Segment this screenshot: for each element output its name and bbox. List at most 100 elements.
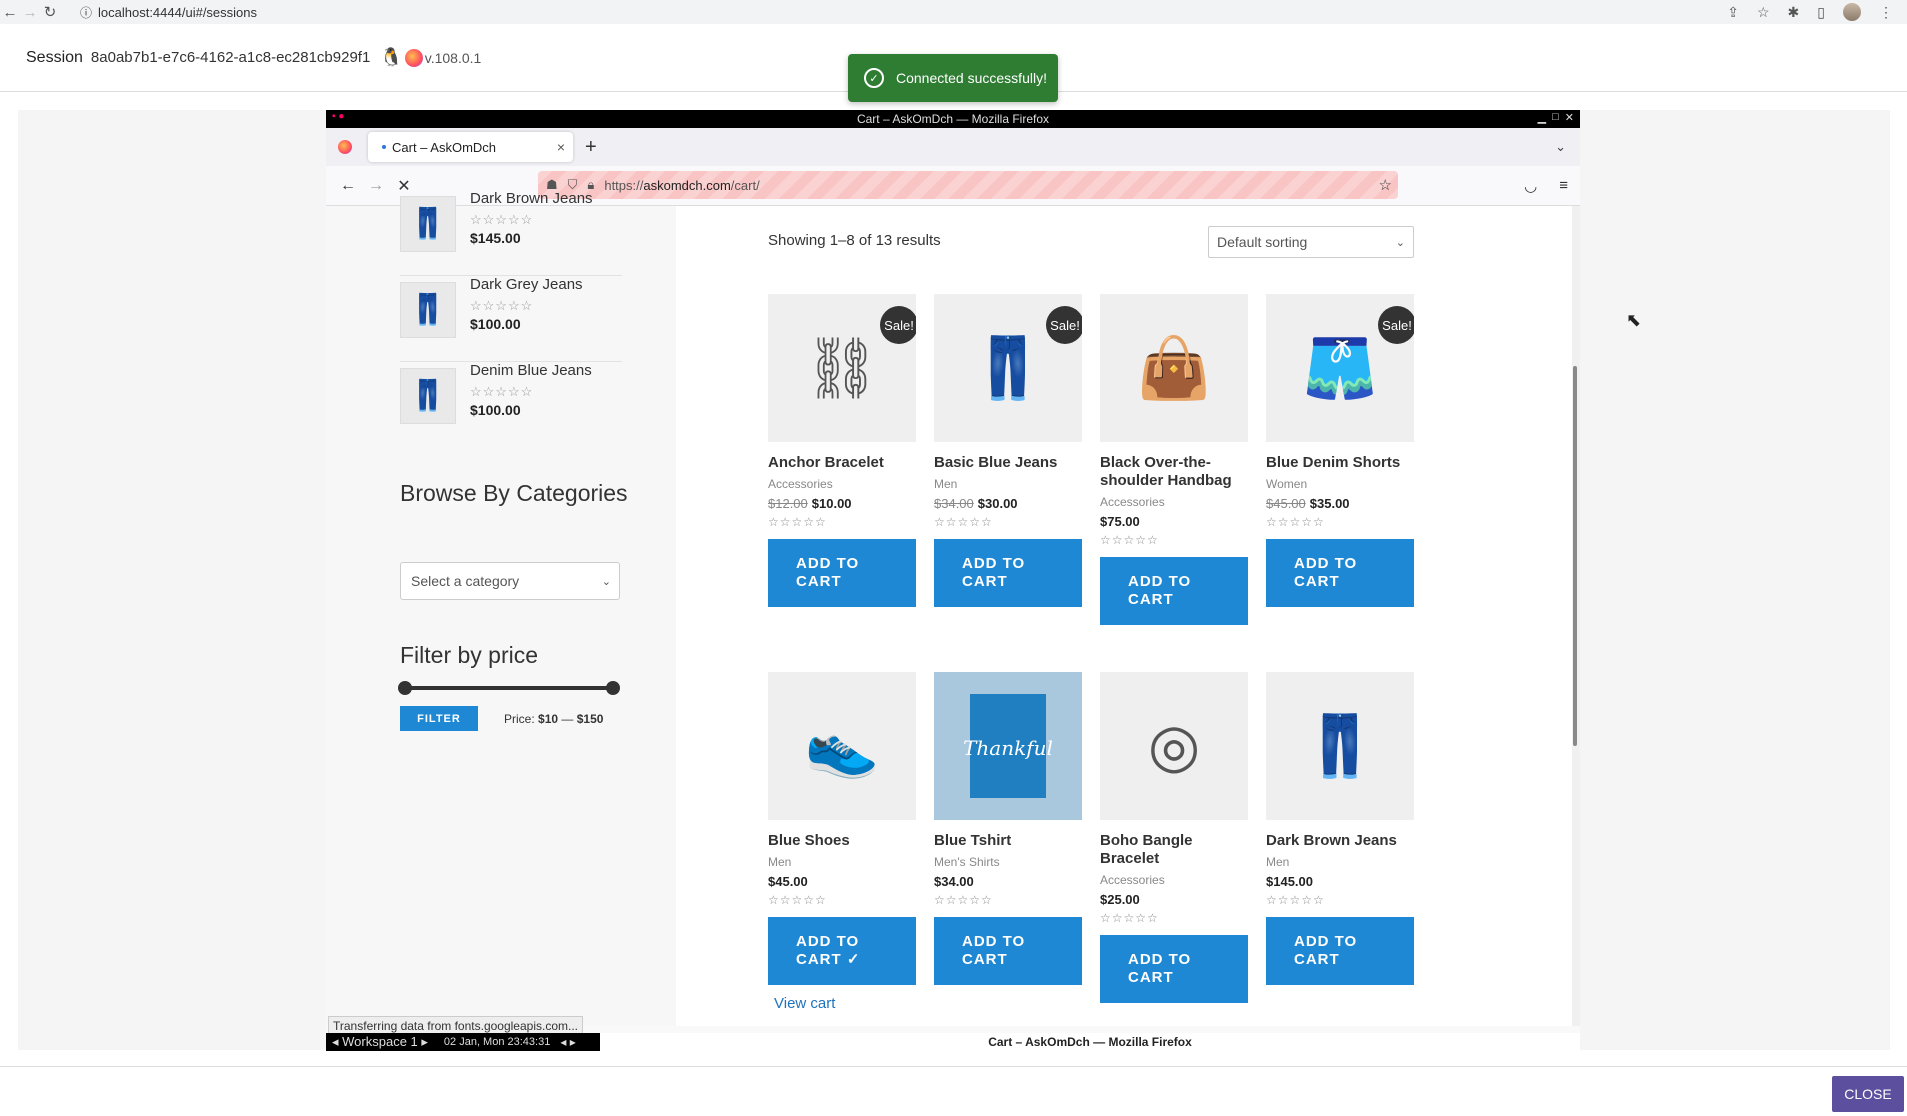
url-bar[interactable]: ☗ ⛉ 🔒︎ https://askomdch.com/cart/ ☆ xyxy=(538,171,1398,199)
current-price: $10.00 xyxy=(811,496,852,511)
product-image[interactable]: 👖 xyxy=(1266,672,1414,820)
maximize-icon[interactable]: □ xyxy=(1552,111,1559,124)
reload-icon[interactable]: ↻ xyxy=(40,3,60,21)
shorts-icon: 🩳 xyxy=(1302,334,1378,402)
product-name[interactable]: Blue Shoes xyxy=(768,832,916,850)
tab-cart[interactable]: Cart – AskOmDch × xyxy=(368,132,573,162)
product-name[interactable]: Blue Denim Shorts xyxy=(1266,454,1414,472)
taskbar-arrows[interactable]: ◂ ▸ xyxy=(560,1035,575,1049)
list-tabs-icon[interactable]: ⌄ xyxy=(1555,139,1566,155)
category-select-value: Select a category xyxy=(411,573,520,589)
sidebar-product[interactable]: 👖 Denim Blue Jeans ☆☆☆☆☆ $100.00 xyxy=(400,362,622,448)
sidepanel-icon[interactable]: ▯ xyxy=(1817,4,1825,21)
add-to-cart-button[interactable]: ADD TO CART xyxy=(1100,935,1248,1003)
forward-icon[interactable]: → xyxy=(20,4,40,21)
product-card[interactable]: 👖 Dark Brown Jeans Men $145.00 ☆☆☆☆☆ ADD TO C… xyxy=(1266,672,1414,985)
add-to-cart-button[interactable]: ADD TO CART xyxy=(934,917,1082,985)
product-image[interactable]: 🩳 Sale! xyxy=(1266,294,1414,442)
address-bar[interactable]: ⓘ localhost:4444/ui#/sessions xyxy=(80,4,257,21)
product-name[interactable]: Dark Brown Jeans xyxy=(1266,832,1414,850)
product-name[interactable]: Black Over-the-shoulder Handbag xyxy=(1100,454,1248,490)
price-slider[interactable] xyxy=(398,681,620,695)
page-scrollbar[interactable] xyxy=(1572,206,1580,1026)
workspace-switcher[interactable]: ◂ Workspace 1 ▸ xyxy=(326,1034,434,1050)
product-name[interactable]: Dark Grey Jeans xyxy=(470,276,583,293)
add-to-cart-button[interactable]: ADD TO CART xyxy=(1100,557,1248,625)
bookmark-star-icon[interactable]: ☆ xyxy=(1757,4,1770,21)
product-category[interactable]: Men xyxy=(1266,855,1414,869)
profile-avatar[interactable] xyxy=(1843,3,1861,21)
menu-kebab-icon[interactable]: ⋮ xyxy=(1879,4,1893,21)
product-category[interactable]: Men's Shirts xyxy=(934,855,1082,869)
close-tab-icon[interactable]: × xyxy=(557,139,565,155)
category-select[interactable]: Select a category ⌄ xyxy=(400,562,620,600)
slider-max-handle[interactable] xyxy=(606,681,620,695)
sale-badge: Sale! xyxy=(1046,306,1082,344)
product-name[interactable]: Dark Brown Jeans xyxy=(470,190,593,207)
product-image[interactable]: 👖 Sale! xyxy=(934,294,1082,442)
new-tab-icon[interactable]: + xyxy=(585,136,597,159)
product-image[interactable]: ◎ xyxy=(1100,672,1248,820)
product-name[interactable]: Denim Blue Jeans xyxy=(470,362,592,379)
product-card[interactable]: Thankful Blue Tshirt Men's Shirts $34.00 ☆☆☆… xyxy=(934,672,1082,985)
product-category[interactable]: Men xyxy=(934,477,1082,491)
product-name[interactable]: Basic Blue Jeans xyxy=(934,454,1082,472)
minimize-icon[interactable]: ▁ xyxy=(1538,111,1546,124)
rating-stars: ☆☆☆☆☆ xyxy=(470,298,534,313)
forward-icon[interactable]: → xyxy=(362,177,390,195)
product-name[interactable]: Boho Bangle Bracelet xyxy=(1100,832,1248,868)
add-to-cart-button[interactable]: ADD TO CART ✓ xyxy=(768,917,916,985)
add-to-cart-button[interactable]: ADD TO CART xyxy=(768,539,916,607)
product-card[interactable]: ⛓ Sale! Anchor Bracelet Accessories $12.00 $1… xyxy=(768,294,916,607)
product-category[interactable]: Accessories xyxy=(1100,495,1248,509)
close-window-icon[interactable]: ✕ xyxy=(1565,111,1574,124)
product-category[interactable]: Men xyxy=(768,855,916,869)
view-cart-link[interactable]: View cart xyxy=(768,995,916,1012)
share-icon[interactable]: ⇪ xyxy=(1727,4,1739,21)
bookmark-star-icon[interactable]: ☆ xyxy=(1379,176,1392,194)
product-card[interactable]: 👟 Blue Shoes Men $45.00 ☆☆☆☆☆ ADD TO CART ✓ Vi… xyxy=(768,672,916,1012)
taskbar-window-title[interactable]: Cart – AskOmDch — Mozilla Firefox xyxy=(600,1033,1580,1051)
add-to-cart-button[interactable]: ADD TO CART xyxy=(1266,917,1414,985)
product-name[interactable]: Anchor Bracelet xyxy=(768,454,916,472)
slider-min-handle[interactable] xyxy=(398,681,412,695)
remote-desktop-window[interactable]: ▪ ● Cart – AskOmDch — Mozilla Firefox ▁ … xyxy=(326,110,1580,1051)
back-icon[interactable]: ← xyxy=(334,177,362,195)
add-to-cart-button[interactable]: ADD TO CART xyxy=(1266,539,1414,607)
product-name[interactable]: Blue Tshirt xyxy=(934,832,1082,850)
product-price: $100.00 xyxy=(470,316,521,332)
sidebar-product[interactable]: 👖 Dark Brown Jeans ☆☆☆☆☆ $145.00 xyxy=(400,190,622,276)
sale-badge: Sale! xyxy=(880,306,916,344)
close-button[interactable]: CLOSE xyxy=(1832,1076,1904,1112)
add-to-cart-button[interactable]: ADD TO CART xyxy=(934,539,1082,607)
product-price: $25.00 xyxy=(1100,892,1248,907)
product-category[interactable]: Accessories xyxy=(768,477,916,491)
hamburger-menu-icon[interactable]: ≡ xyxy=(1559,177,1568,195)
product-card[interactable]: ◎ Boho Bangle Bracelet Accessories $25.00 ☆☆… xyxy=(1100,672,1248,1003)
product-price: $12.00 $10.00 xyxy=(768,496,916,511)
product-image[interactable]: 👜 xyxy=(1100,294,1248,442)
product-image[interactable]: Thankful xyxy=(934,672,1082,820)
product-thumb[interactable]: 👖 xyxy=(400,368,456,424)
product-price: $75.00 xyxy=(1100,514,1248,529)
sidebar-product[interactable]: 👖 Dark Grey Jeans ☆☆☆☆☆ $100.00 xyxy=(400,276,622,362)
window-menu-icon[interactable]: ▪ ● xyxy=(332,111,344,122)
current-price: $45.00 xyxy=(768,874,808,889)
back-icon[interactable]: ← xyxy=(0,4,20,21)
product-thumb[interactable]: 👖 xyxy=(400,282,456,338)
pocket-icon[interactable]: ◡ xyxy=(1524,177,1537,195)
product-category[interactable]: Accessories xyxy=(1100,873,1248,887)
product-card[interactable]: 🩳 Sale! Blue Denim Shorts Women $45.00 $35.00… xyxy=(1266,294,1414,607)
sort-select[interactable]: Default sorting ⌄ xyxy=(1208,226,1414,258)
product-category[interactable]: Women xyxy=(1266,477,1414,491)
desktop-taskbar: ◂ Workspace 1 ▸ 02 Jan, Mon 23:43:31 ◂ ▸… xyxy=(326,1033,1580,1051)
firefox-view-icon[interactable] xyxy=(338,140,352,154)
product-image[interactable]: 👟 xyxy=(768,672,916,820)
product-image[interactable]: ⛓ Sale! xyxy=(768,294,916,442)
filter-button[interactable]: FILTER xyxy=(400,706,478,731)
product-thumb[interactable]: 👖 xyxy=(400,196,456,252)
product-card[interactable]: 👖 Sale! Basic Blue Jeans Men $34.00 $30.00 ☆☆☆… xyxy=(934,294,1082,607)
product-card[interactable]: 👜 Black Over-the-shoulder Handbag Accessor… xyxy=(1100,294,1248,625)
scrollbar-thumb[interactable] xyxy=(1573,366,1577,746)
extensions-icon[interactable]: ✱ xyxy=(1788,4,1800,21)
